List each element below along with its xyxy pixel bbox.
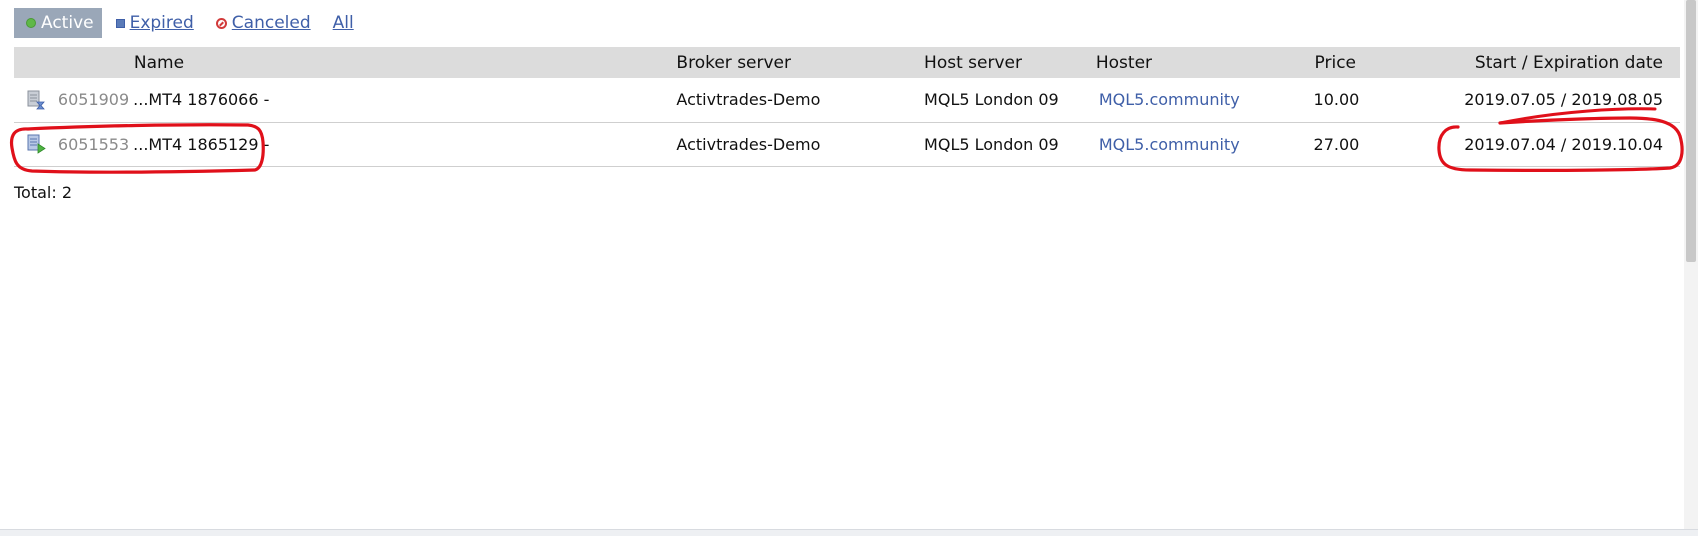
scrollbar-thumb[interactable]	[1686, 0, 1696, 262]
row-name-cell: 6051553 ...MT4 1865129 -	[58, 122, 677, 166]
start-expiration-date: 2019.07.04 / 2019.10.04	[1464, 134, 1663, 154]
filter-active-label: Active	[41, 13, 94, 33]
server-running-icon	[27, 134, 46, 154]
header-broker[interactable]: Broker server	[676, 47, 924, 78]
header-hoster-label: Hoster	[1095, 52, 1153, 73]
vertical-scrollbar[interactable]	[1684, 0, 1698, 536]
green-dot-icon	[26, 18, 36, 28]
host-server: MQL5 London 09	[924, 134, 1059, 154]
header-name[interactable]: Name	[58, 47, 677, 78]
filter-canceled-label: Canceled	[231, 13, 311, 33]
filter-active[interactable]: Active	[14, 8, 102, 38]
broker-server: Activtrades-Demo	[676, 134, 821, 154]
total-count: Total: 2	[14, 183, 73, 202]
subscription-name: ...MT4 1876066 -	[133, 90, 270, 110]
price-value: 27.00	[1313, 134, 1360, 154]
filter-canceled[interactable]: Canceled	[215, 8, 311, 38]
broker-server: Activtrades-Demo	[676, 90, 821, 110]
header-price[interactable]: Price	[1315, 47, 1465, 78]
server-expiring-icon	[27, 90, 45, 110]
hoster-cell: MQL5.community	[1099, 78, 1323, 122]
subscription-name: ...MT4 1865129 -	[133, 134, 270, 154]
subscriptions-table: Name Broker server Host server Hoster Pr…	[14, 47, 1680, 167]
host-server: MQL5 London 09	[924, 90, 1059, 110]
price: 27.00	[1314, 122, 1465, 166]
row-name-cell: 6051909 ...MT4 1876066 -	[58, 78, 677, 122]
header-price-label: Price	[1314, 52, 1357, 73]
header-dates[interactable]: Start / Expiration date	[1464, 47, 1680, 78]
subscription-id: 6051909	[57, 90, 130, 110]
filter-all-label: All	[332, 13, 354, 33]
header-hoster[interactable]: Hoster	[1096, 47, 1323, 78]
header-name-label: Name	[133, 52, 185, 73]
header-host[interactable]: Host server	[924, 47, 1108, 78]
subscription-id: 6051553	[57, 134, 130, 154]
hoster-link[interactable]: MQL5.community	[1099, 135, 1240, 154]
row-icon-cell	[14, 78, 58, 122]
cancel-icon	[215, 17, 227, 29]
row-icon-cell	[14, 122, 58, 166]
table-row[interactable]: 6051553 ...MT4 1865129 - Activtrades-Demo…	[14, 122, 1680, 166]
filter-expired-label: Expired	[129, 13, 194, 33]
filter-all[interactable]: All	[333, 8, 354, 38]
price-value: 10.00	[1313, 90, 1360, 110]
start-expiration-date: 2019.07.05 / 2019.08.05	[1464, 90, 1663, 110]
hoster-link[interactable]: MQL5.community	[1099, 90, 1240, 109]
table-header-row: Name Broker server Host server Hoster Pr…	[14, 47, 1680, 78]
table-row[interactable]: 6051909 ...MT4 1876066 - Activtrades-Demo…	[14, 78, 1680, 122]
header-icon-col	[14, 47, 58, 78]
hoster-cell: MQL5.community	[1099, 122, 1323, 166]
filter-expired[interactable]: Expired	[115, 8, 194, 38]
blue-square-icon	[115, 18, 125, 28]
price: 10.00	[1314, 78, 1465, 122]
bottom-frame	[0, 529, 1698, 536]
status-filter-bar: Active Expired Canceled All	[14, 8, 376, 38]
